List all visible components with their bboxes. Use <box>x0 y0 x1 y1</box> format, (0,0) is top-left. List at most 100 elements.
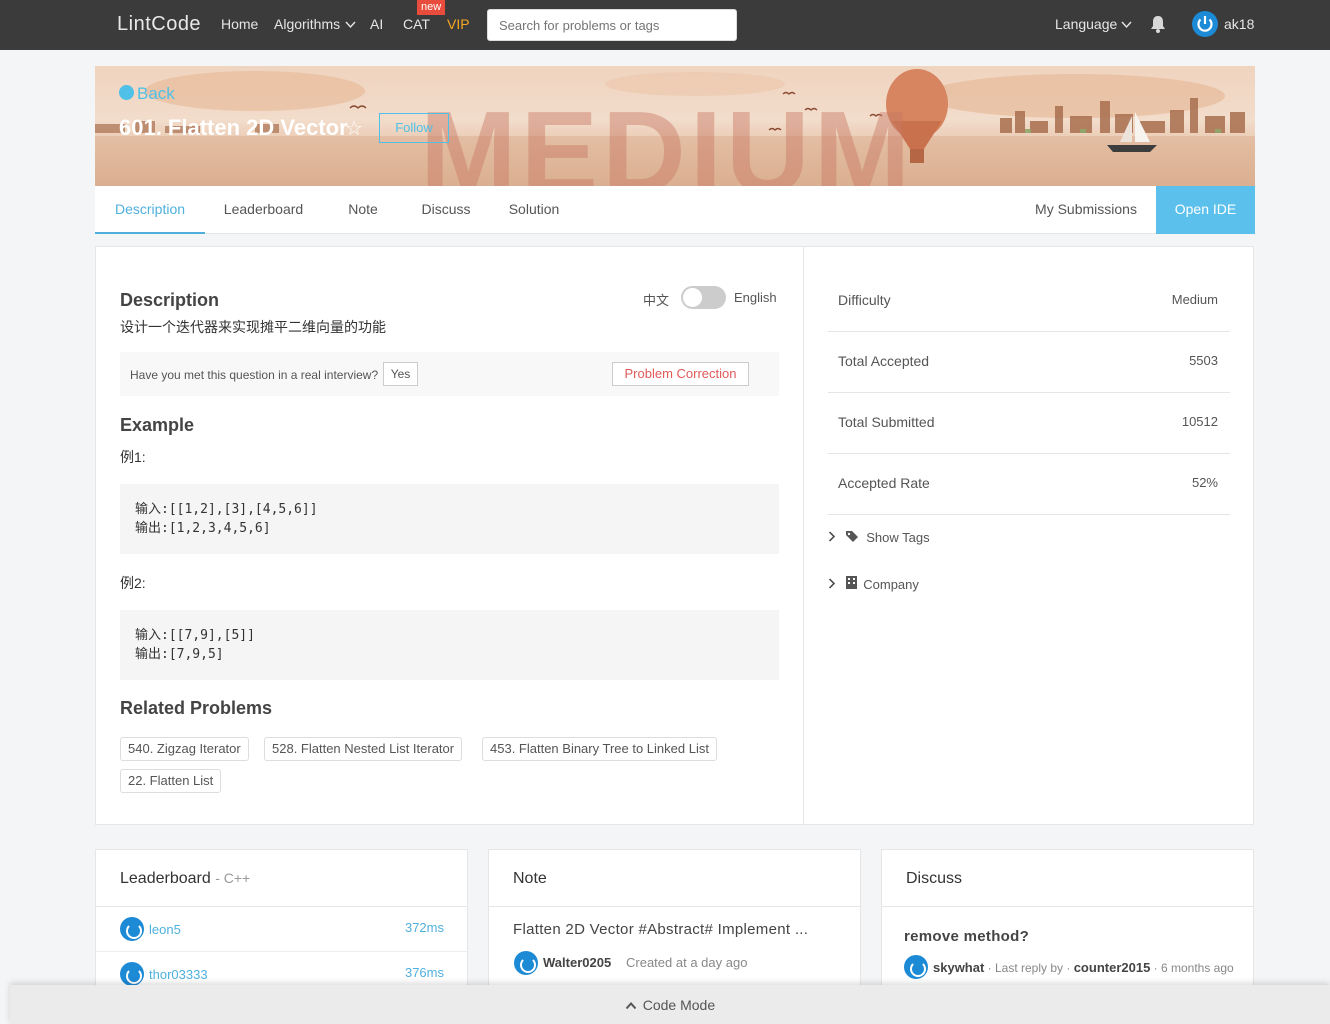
chevron-right-icon <box>828 578 836 589</box>
total-accepted-label: Total Accepted <box>838 353 930 369</box>
problem-banner: MEDIUM Back 601. Flatten 2D Vector ☆ Fol… <box>95 66 1255 186</box>
discuss-time: · 6 months ago <box>1153 961 1234 975</box>
leaderboard-title[interactable]: Leaderboard - C++ <box>120 870 250 888</box>
show-tags-label: Show Tags <box>866 530 930 545</box>
example-code-block: 输入:[[7,9],[5]] 输出:[7,9,5] <box>120 610 779 680</box>
card-header: Leaderboard - C++ <box>96 850 467 907</box>
back-link[interactable]: Back <box>119 84 175 104</box>
top-navbar: LintCode Home Algorithms AI CAT new VIP … <box>0 0 1330 50</box>
lang-zh-label: 中文 <box>643 293 670 308</box>
leaderboard-row[interactable]: leon5 372ms <box>96 907 467 952</box>
user-avatar[interactable] <box>1192 11 1218 37</box>
difficulty-watermark: MEDIUM <box>420 87 915 186</box>
open-ide-button[interactable]: Open IDE <box>1156 186 1255 234</box>
note-meta: Created at a day ago <box>626 955 748 970</box>
bell-icon[interactable] <box>1149 14 1167 34</box>
discuss-entry-title[interactable]: remove method? <box>904 928 1029 945</box>
example-input: 输入:[[7,9],[5]] <box>135 628 255 643</box>
description-text: 设计一个迭代器来实现摊平二维向量的功能 <box>120 319 386 335</box>
difficulty-label: Difficulty <box>838 292 891 308</box>
tab-solution[interactable]: Solution <box>488 186 580 234</box>
language-label: Language <box>1055 16 1118 32</box>
discuss-author[interactable]: skywhat <box>933 960 984 975</box>
chevron-down-icon <box>1121 21 1132 29</box>
language-menu[interactable]: Language <box>1055 16 1132 32</box>
yes-button[interactable]: Yes <box>383 362 418 386</box>
search-input[interactable] <box>487 9 737 41</box>
total-accepted-value: 5503 <box>1189 353 1218 368</box>
accepted-rate-label: Accepted Rate <box>838 475 930 491</box>
example-code-block: 输入:[[1,2],[3],[4,5,6]] 输出:[1,2,3,4,5,6] <box>120 484 779 554</box>
language-toggle[interactable] <box>681 286 726 309</box>
company-toggle[interactable]: Company <box>828 576 919 592</box>
nav-cat[interactable]: CAT <box>403 16 430 32</box>
note-title[interactable]: Note <box>513 870 547 888</box>
difficulty-value: Medium <box>1171 292 1218 307</box>
related-problem-tag[interactable]: 540. Zigzag Iterator <box>120 737 249 761</box>
interview-question: Have you met this question in a real int… <box>130 368 379 382</box>
stat-row-submitted: Total Submitted 10512 <box>828 393 1230 454</box>
related-problems-heading: Related Problems <box>120 698 273 718</box>
leaderboard-title-text: Leaderboard <box>120 870 211 887</box>
discuss-title[interactable]: Discuss <box>906 870 962 888</box>
stat-row-accepted: Total Accepted 5503 <box>828 332 1230 393</box>
new-badge: new <box>417 0 446 15</box>
stat-row-difficulty: Difficulty Medium <box>828 271 1230 332</box>
nav-vip[interactable]: VIP <box>447 16 470 32</box>
related-problem-tag[interactable]: 453. Flatten Binary Tree to Linked List <box>482 737 717 761</box>
example-heading: Example <box>120 415 195 435</box>
description-heading: Description <box>120 290 220 310</box>
related-problem-tag[interactable]: 528. Flatten Nested List Iterator <box>264 737 463 761</box>
follow-button[interactable]: Follow <box>379 113 449 143</box>
tab-description[interactable]: Description <box>95 186 205 234</box>
stats-panel: Difficulty Medium Total Accepted 5503 To… <box>803 246 1254 825</box>
avatar <box>514 951 538 975</box>
chevron-down-icon <box>345 21 356 29</box>
star-icon[interactable]: ☆ <box>345 116 363 141</box>
leaderboard-user[interactable]: leon5 <box>149 922 181 937</box>
total-submitted-label: Total Submitted <box>838 414 935 430</box>
nav-algorithms[interactable]: Algorithms <box>274 16 356 32</box>
nav-home[interactable]: Home <box>221 16 258 32</box>
note-author[interactable]: Walter0205 <box>543 955 611 970</box>
total-submitted-value: 10512 <box>1181 414 1218 429</box>
my-submissions-link[interactable]: My Submissions <box>1025 186 1147 234</box>
problem-tabs: Description Leaderboard Note Discuss Sol… <box>95 186 1255 234</box>
example-output: 输出:[7,9,5] <box>135 647 224 662</box>
tags-icon <box>845 531 858 542</box>
discuss-meta: skywhat · Last reply by · counter2015 · … <box>933 960 1234 975</box>
example-label: 例2: <box>120 575 146 591</box>
problem-correction-button[interactable]: Problem Correction <box>612 362 749 386</box>
chevron-right-icon <box>828 531 836 542</box>
tab-discuss[interactable]: Discuss <box>404 186 488 234</box>
back-label: Back <box>137 84 175 103</box>
tab-note[interactable]: Note <box>322 186 404 234</box>
leaderboard-language: - C++ <box>215 870 251 886</box>
example-label: 例1: <box>120 449 146 465</box>
power-icon <box>1197 16 1213 32</box>
interview-bar: Have you met this question in a real int… <box>120 352 779 396</box>
note-entry-title[interactable]: Flatten 2D Vector #Abstract# Implement .… <box>513 921 808 938</box>
avatar <box>120 917 144 941</box>
example-input: 输入:[[1,2],[3],[4,5,6]] <box>135 502 318 517</box>
related-problem-tag[interactable]: 22. Flatten List <box>120 769 222 793</box>
leaderboard-time: 372ms <box>404 920 444 935</box>
chevron-up-icon <box>625 1002 637 1010</box>
show-tags-toggle[interactable]: Show Tags <box>828 530 930 545</box>
leaderboard-time: 376ms <box>404 965 444 980</box>
last-reply-text: · Last reply by · <box>987 961 1071 975</box>
tab-leaderboard[interactable]: Leaderboard <box>205 186 322 234</box>
lintcode-logo[interactable]: LintCode <box>117 13 201 36</box>
leaderboard-user[interactable]: thor03333 <box>149 967 208 982</box>
avatar <box>120 962 144 986</box>
avatar <box>904 955 928 979</box>
company-label: Company <box>863 577 919 592</box>
username[interactable]: ak18 <box>1224 16 1254 32</box>
last-replier[interactable]: counter2015 <box>1074 960 1151 975</box>
card-header: Note <box>489 850 860 907</box>
stat-row-rate: Accepted Rate 52% <box>828 454 1230 515</box>
code-mode-bar[interactable]: Code Mode <box>10 985 1330 1024</box>
accepted-rate-value: 52% <box>1191 475 1218 490</box>
lang-en-label: English <box>734 290 777 305</box>
nav-ai[interactable]: AI <box>370 16 383 32</box>
